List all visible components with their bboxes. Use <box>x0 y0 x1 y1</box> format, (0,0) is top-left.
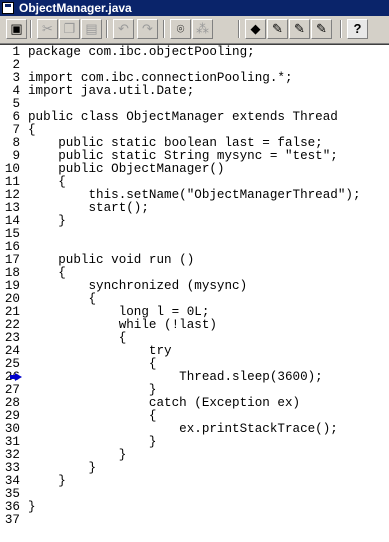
code-line[interactable]: 35 <box>0 488 389 501</box>
code-line[interactable]: 1 package com.ibc.objectPooling; <box>0 46 389 59</box>
code-line[interactable]: 36} <box>0 501 389 514</box>
code-line[interactable]: 34 } <box>0 475 389 488</box>
code-text: package com.ibc.objectPooling; <box>28 45 255 59</box>
code-text: } <box>28 214 66 228</box>
help-button[interactable]: ? <box>347 19 368 39</box>
binoculars-icon: ⌾ <box>176 21 185 36</box>
code-text: public class ObjectManager extends Threa… <box>28 110 338 124</box>
find-next-icon: ⁂ <box>196 21 209 36</box>
title-bar[interactable]: ObjectManager.java <box>0 0 389 16</box>
code-text: } <box>28 474 66 488</box>
toolbar-separator <box>106 20 108 38</box>
find-next-button[interactable]: ⁂ <box>192 19 213 39</box>
clear-breakpoint-icon: ✎ <box>294 21 305 36</box>
redo-button[interactable]: ↷ <box>137 19 158 39</box>
clear-all-breakpoints-icon: ✎ <box>316 21 327 36</box>
copy-icon: ❐ <box>63 21 76 36</box>
code-editor[interactable]: 1 package com.ibc.objectPooling; 2 3 import … <box>0 44 389 542</box>
redo-icon: ↷ <box>142 21 153 36</box>
undo-icon: ↶ <box>118 21 129 36</box>
window-title: ObjectManager.java <box>19 1 132 15</box>
cut-button[interactable]: ✂ <box>37 19 58 39</box>
toolbar: ▣ ✂ ❐ ▤ ↶ ↷ ⌾ ⁂ ◆ ✎ ✎ ✎? <box>0 16 389 44</box>
clear-breakpoint-button[interactable]: ✎ <box>289 19 310 39</box>
code-text: } <box>28 500 36 514</box>
breakpoint-icon: ◆ <box>250 21 261 36</box>
find-button[interactable]: ⌾ <box>170 19 191 39</box>
line-number: 37 <box>4 513 20 527</box>
undo-button[interactable]: ↶ <box>113 19 134 39</box>
breakpoint-arrow-icon[interactable] <box>10 373 22 381</box>
set-breakpoint-button[interactable]: ◆ <box>245 19 266 39</box>
file-icon <box>2 2 14 14</box>
paste-button[interactable]: ▤ <box>81 19 102 39</box>
toolbar-separator <box>163 20 165 38</box>
code-line[interactable]: 14 } <box>0 215 389 228</box>
save-button[interactable]: ▣ <box>6 19 27 39</box>
code-text: import java.util.Date; <box>28 84 195 98</box>
toggle-breakpoint-icon: ✎ <box>272 21 283 36</box>
paste-icon: ▤ <box>85 21 98 36</box>
code-line[interactable]: 37 <box>0 514 389 527</box>
code-line[interactable]: 15 <box>0 228 389 241</box>
cut-icon: ✂ <box>42 21 53 36</box>
clear-all-breakpoints-button[interactable]: ✎ <box>311 19 332 39</box>
toolbar-separator <box>238 20 240 38</box>
code-line[interactable]: 6 public class ObjectManager extends Thre… <box>0 111 389 124</box>
copy-button[interactable]: ❐ <box>59 19 80 39</box>
toolbar-separator <box>340 20 342 38</box>
toolbar-separator <box>30 20 32 38</box>
save-icon: ▣ <box>10 21 23 36</box>
help-icon: ? <box>353 21 362 36</box>
code-line[interactable]: 4 import java.util.Date; <box>0 85 389 98</box>
toggle-breakpoint-button[interactable]: ✎ <box>267 19 288 39</box>
